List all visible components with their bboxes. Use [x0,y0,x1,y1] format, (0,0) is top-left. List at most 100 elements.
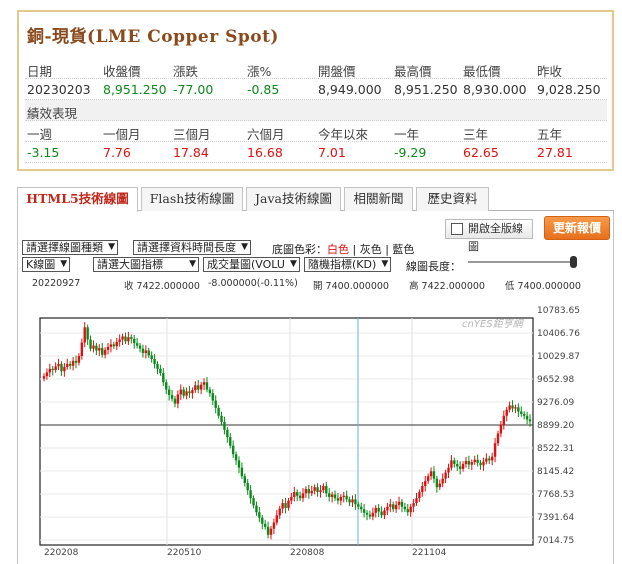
candle-body [208,389,212,394]
candle-body [66,363,69,367]
candle-body [261,517,264,524]
candle-body [397,501,401,505]
candle-body [176,394,180,404]
candle-body [278,508,281,516]
candle-body [525,415,529,420]
candle-body [290,496,293,501]
candle-body [144,350,148,353]
candle-body [517,407,520,412]
candle-body [80,342,84,356]
candle-body [226,429,229,438]
candle-body [371,512,375,517]
candle-body [127,337,130,342]
candle-body [217,407,220,416]
candle-body [505,409,508,416]
candle-body [365,512,369,515]
candle-body [336,498,340,501]
candle-body [234,454,238,461]
y-tick-label: 10783.65 [537,306,580,316]
candle-body [71,360,75,366]
candle-body [316,487,319,493]
candle-body [188,391,191,394]
candle-body [112,344,116,347]
candle-body [249,490,252,499]
candle-body [89,339,92,349]
candle-body [368,514,372,517]
candle-body [103,349,107,355]
candlestick-chart[interactable]: 10783.65 10406.76 10029.87 9652.98 9276.09 88… [0,0,622,564]
candle-body [281,503,284,509]
candle-body [447,467,450,473]
candle-body [272,522,276,529]
candle-body [211,393,214,401]
candle-body [351,499,354,503]
candle-body [197,385,200,390]
y-tick-label: 7768.53 [537,490,574,500]
candle-body [514,407,517,409]
candle-body [400,501,404,507]
candle-body [173,398,177,404]
candle-body [386,506,389,511]
candle-body [415,498,418,504]
candle-body [453,460,456,465]
candle-body [115,341,118,347]
candle-body [310,490,313,494]
candle-body [476,459,479,463]
candle-body [441,478,444,484]
candle-body [246,482,249,491]
candle-body [150,355,153,360]
candle-body [383,510,386,516]
y-tick-label: 7014.75 [537,536,574,546]
candle-body [473,459,476,463]
candle-body [327,493,331,497]
candle-body [392,504,395,510]
candle-body [488,458,491,461]
candle-body [45,372,49,377]
candle-body [60,363,63,372]
candle-body [429,471,433,477]
candle-body [522,413,526,416]
candle-body [374,507,377,513]
candle-body [293,492,296,497]
candle-body [57,363,60,367]
candle-body [135,343,139,346]
candle-body [54,366,57,371]
candle-body [138,345,142,349]
candle-body [68,363,72,366]
candle-body [243,476,247,483]
candle-body [179,389,182,395]
candle-body [409,506,412,513]
candle-body [325,485,328,494]
y-tick-label: 7391.64 [537,513,574,523]
candle-body [275,515,279,523]
candle-body [159,368,162,374]
candle-body [95,345,98,351]
candle-body [301,493,305,499]
x-tick-label: 220510 [167,548,202,558]
candle-body [426,476,430,482]
candle-body [118,339,121,342]
candle-body [470,462,473,465]
candle-body [121,336,124,340]
candle-body [499,424,503,434]
candle-body [98,348,101,351]
candle-body [424,481,427,486]
candle-body [63,366,66,372]
candle-body [101,348,104,355]
candle-body [298,495,302,499]
candle-body [229,437,232,446]
candle-body [42,376,46,379]
candle-body [354,499,357,505]
candle-body [345,495,348,500]
candle-body [141,348,145,353]
candle-body [432,471,436,479]
candle-body [444,472,447,479]
candle-body [74,360,78,363]
candle-body [205,382,209,390]
candle-body [109,344,113,347]
candle-body [360,506,363,510]
candle-body [202,382,206,385]
x-tick-label: 220208 [44,548,79,558]
candle-body [106,346,110,350]
candle-body [456,464,459,467]
